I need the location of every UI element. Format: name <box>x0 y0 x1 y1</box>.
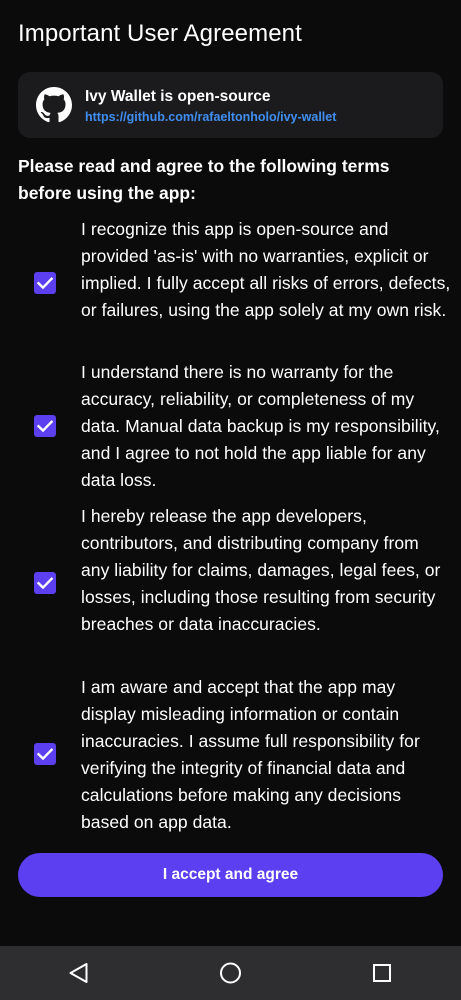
system-nav-bar <box>0 946 461 1000</box>
accept-button[interactable]: I accept and agree <box>18 853 443 897</box>
repo-card[interactable]: Ivy Wallet is open-source https://github… <box>18 72 443 138</box>
term-checkbox[interactable] <box>34 572 56 594</box>
repo-link[interactable]: https://github.com/rafaeltonholo/ivy-wal… <box>85 110 336 124</box>
checkmark-icon <box>36 277 54 290</box>
terms-heading: Please read and agree to the following t… <box>18 156 390 203</box>
page-title: Important User Agreement <box>18 20 302 47</box>
term-text: I am aware and accept that the app may d… <box>81 677 420 832</box>
back-triangle-icon[interactable] <box>49 946 109 1000</box>
term-checkbox[interactable] <box>34 415 56 437</box>
github-icon <box>36 87 72 123</box>
checkmark-icon <box>36 748 54 761</box>
repo-name: Ivy Wallet is open-source <box>85 88 271 105</box>
recents-square-icon[interactable] <box>352 946 412 1000</box>
term-text: I recognize this app is open-source and … <box>81 219 451 320</box>
agreement-screen: Important User Agreement Ivy Wallet is o… <box>0 0 461 946</box>
checkmark-icon <box>36 577 54 590</box>
term-checkbox[interactable] <box>34 743 56 765</box>
term-checkbox[interactable] <box>34 272 56 294</box>
home-circle-icon[interactable] <box>200 946 260 1000</box>
checkmark-icon <box>36 420 54 433</box>
term-text: I understand there is no warranty for th… <box>81 362 440 490</box>
term-text: I hereby release the app developers, con… <box>81 506 441 634</box>
